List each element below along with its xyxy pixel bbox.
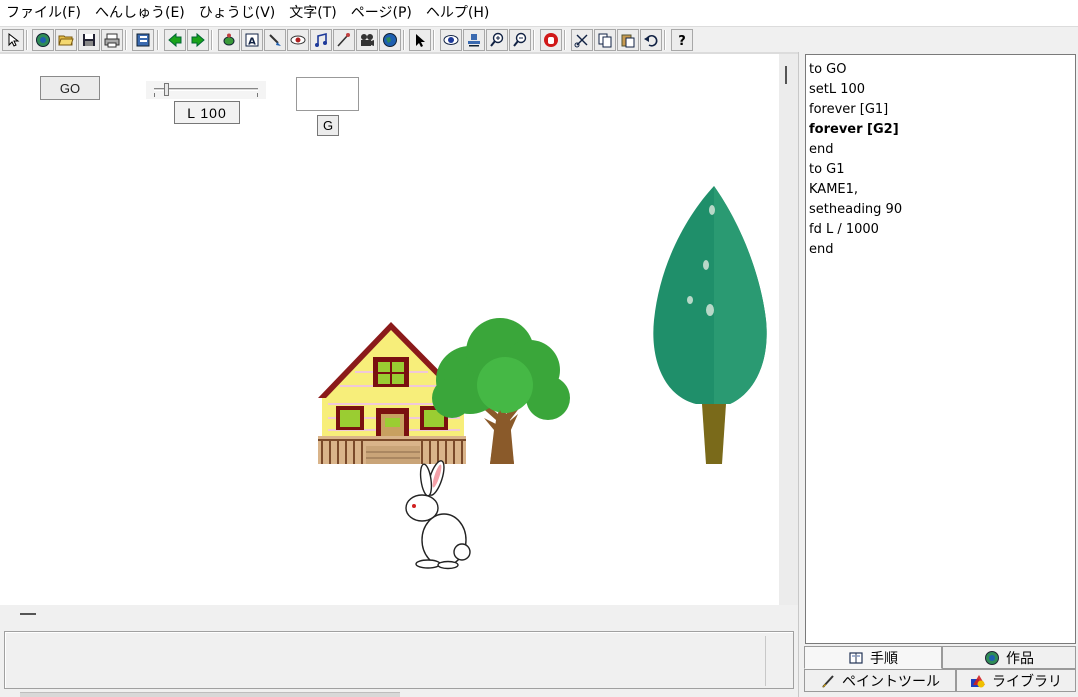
toolbar-separator xyxy=(664,30,666,50)
toolbar-separator xyxy=(125,30,127,50)
code-line: setheading 90 xyxy=(809,202,903,217)
toolbar-separator xyxy=(157,30,159,50)
zoom-out-icon[interactable] xyxy=(509,29,531,51)
code-line: KAME1, xyxy=(809,182,859,197)
cut-icon[interactable] xyxy=(571,29,593,51)
save-icon[interactable] xyxy=(78,29,100,51)
eye-icon[interactable] xyxy=(440,29,462,51)
slider-tool-icon[interactable] xyxy=(333,29,355,51)
slider-label: L 100 xyxy=(174,101,240,124)
text-box[interactable] xyxy=(296,77,359,111)
stop-hand-icon[interactable] xyxy=(540,29,562,51)
tab-procedure-label: 手順 xyxy=(870,650,898,667)
undo-icon[interactable] xyxy=(640,29,662,51)
stage-scrollbar-area[interactable] xyxy=(779,54,798,605)
turtle-icon[interactable] xyxy=(218,29,240,51)
book-icon xyxy=(848,650,864,666)
arrow-right-icon[interactable] xyxy=(187,29,209,51)
toolbar-separator xyxy=(403,30,405,50)
menu-bar: ファイル(F) へんしゅう(E) ひょうじ(V) 文字(T) ページ(P) ヘルプ(H) xyxy=(0,0,1078,26)
svg-text:?: ? xyxy=(678,34,686,48)
earth-icon[interactable] xyxy=(379,29,401,51)
brush-icon xyxy=(820,673,836,689)
stage-scroll-thumb[interactable] xyxy=(785,66,787,84)
movie-camera-icon[interactable] xyxy=(356,29,378,51)
slider-thumb[interactable] xyxy=(164,83,170,96)
menu-item-5[interactable]: ヘルプ(H) xyxy=(420,0,497,26)
code-line: setL 100 xyxy=(809,82,866,97)
text-box-icon[interactable]: A xyxy=(241,29,263,51)
slider-track xyxy=(154,88,258,91)
code-line: end xyxy=(809,242,834,257)
cursor-small-icon[interactable] xyxy=(2,29,24,51)
g-button[interactable]: G xyxy=(317,115,339,136)
copy-icon[interactable] xyxy=(594,29,616,51)
print-icon[interactable] xyxy=(101,29,123,51)
tab-library-label: ライブラリ xyxy=(992,673,1062,690)
tab-paint-tool-label: ペイントツール xyxy=(842,673,940,690)
help-icon[interactable]: ? xyxy=(671,29,693,51)
music-note-icon[interactable] xyxy=(310,29,332,51)
toolbar-separator xyxy=(433,30,435,50)
tab-works[interactable]: 作品 xyxy=(942,646,1076,669)
rabbit-picture[interactable] xyxy=(405,459,471,570)
stage-dash-mark xyxy=(20,613,36,615)
code-line: end xyxy=(809,142,834,157)
menu-item-4[interactable]: ページ(P) xyxy=(345,0,420,26)
globe-icon[interactable] xyxy=(32,29,54,51)
code-line: to G1 xyxy=(809,162,845,177)
stage-bottom-area xyxy=(0,605,800,627)
svg-text:A: A xyxy=(248,37,256,48)
slider-tick xyxy=(257,93,258,97)
l-slider[interactable] xyxy=(146,81,266,99)
code-line: fd L / 1000 xyxy=(809,222,879,237)
toolbar: A? xyxy=(0,26,1078,52)
toolbar-separator xyxy=(211,30,213,50)
shapes-icon xyxy=(970,673,986,689)
tab-procedure[interactable]: 手順 xyxy=(804,646,942,669)
panel-divider[interactable] xyxy=(798,52,803,697)
tab-library[interactable]: ライブラリ xyxy=(956,669,1076,692)
brush-icon[interactable] xyxy=(264,29,286,51)
cypress-tree-picture[interactable] xyxy=(653,186,767,464)
code-line: forever [G2] xyxy=(809,122,899,137)
tab-works-label: 作品 xyxy=(1006,650,1034,667)
book-icon[interactable] xyxy=(132,29,154,51)
zoom-in-icon[interactable] xyxy=(486,29,508,51)
paste-icon[interactable] xyxy=(617,29,639,51)
toolbar-separator xyxy=(533,30,535,50)
menu-item-2[interactable]: ひょうじ(V) xyxy=(193,0,284,26)
tab-paint-tool[interactable]: ペイントツール xyxy=(804,669,956,692)
toolbar-separator xyxy=(564,30,566,50)
menu-item-1[interactable]: へんしゅう(E) xyxy=(89,0,193,26)
scene-illustration xyxy=(318,186,767,570)
slider-tick xyxy=(154,93,155,97)
horizontal-scrollbar[interactable] xyxy=(20,692,400,697)
arrow-left-icon[interactable] xyxy=(164,29,186,51)
status-inner xyxy=(8,636,766,686)
code-editor[interactable]: to GO setL 100 forever [G1] forever [G2] end… xyxy=(805,54,1076,644)
toolbar-separator xyxy=(26,30,28,50)
go-button[interactable]: GO xyxy=(40,76,100,100)
code-line: to GO xyxy=(809,62,847,77)
eye-shape-icon[interactable] xyxy=(287,29,309,51)
pointer-icon[interactable] xyxy=(409,29,431,51)
code-line: forever [G1] xyxy=(809,102,889,117)
menu-item-0[interactable]: ファイル(F) xyxy=(0,0,89,26)
menu-item-3[interactable]: 文字(T) xyxy=(283,0,344,26)
open-folder-icon[interactable] xyxy=(55,29,77,51)
stamp-icon[interactable] xyxy=(463,29,485,51)
globe-icon xyxy=(984,650,1000,666)
